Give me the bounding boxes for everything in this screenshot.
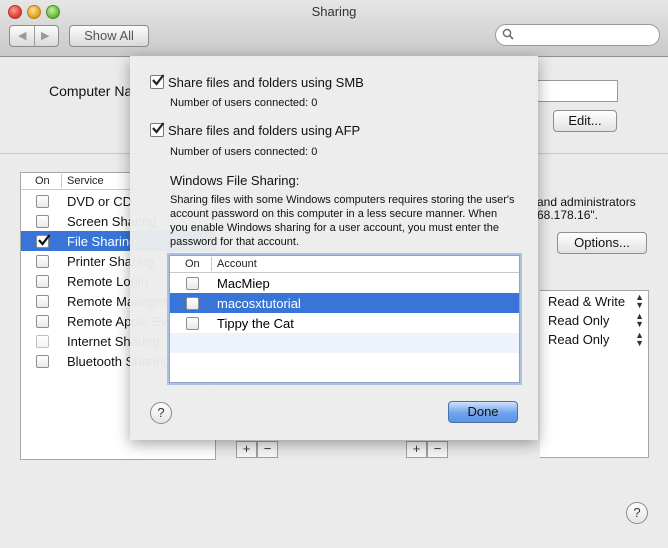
service-checkbox[interactable]: [36, 275, 49, 288]
search-input[interactable]: [495, 24, 660, 46]
checkmark-icon: [38, 234, 51, 246]
computer-name-label: Computer Na: [49, 83, 133, 99]
account-row-macmiep[interactable]: MacMiep: [170, 273, 519, 293]
permission-popup[interactable]: Read Only ▲ ▼: [548, 311, 646, 329]
file-sharing-options-sheet: Share files and folders using SMB Number…: [130, 56, 538, 440]
windows-sharing-description: Sharing files with some Windows computer…: [170, 194, 515, 248]
help-button[interactable]: ?: [626, 502, 648, 524]
remove-user-button[interactable]: −: [427, 441, 448, 458]
edit-button[interactable]: Edit...: [553, 110, 617, 132]
updown-arrows-icon: ▲ ▼: [635, 330, 644, 348]
service-checkbox-checked[interactable]: [36, 234, 51, 248]
empty-row: [170, 353, 519, 373]
account-row-tippy-the-cat[interactable]: Tippy the Cat: [170, 313, 519, 333]
column-header-account[interactable]: Account: [217, 258, 257, 270]
computer-name-field[interactable]: [536, 80, 618, 102]
smb-users-connected: Number of users connected: 0: [170, 97, 318, 109]
accounts-table-header: On Account: [170, 256, 519, 273]
afp-label[interactable]: Share files and folders using AFP: [168, 123, 360, 138]
updown-arrows-icon: ▲ ▼: [635, 311, 644, 329]
account-checkbox[interactable]: [186, 317, 199, 330]
column-header-on[interactable]: On: [185, 258, 200, 270]
accounts-table[interactable]: On Account MacMiep macosxtutorial Tippy …: [169, 255, 520, 383]
service-checkbox[interactable]: [36, 355, 49, 368]
done-button[interactable]: Done: [448, 401, 518, 423]
sharing-status-text: and administrators 68.178.16".: [537, 195, 636, 222]
smb-label[interactable]: Share files and folders using SMB: [168, 75, 364, 90]
search-icon: [502, 28, 514, 40]
add-folder-button[interactable]: +: [236, 441, 257, 458]
show-all-button[interactable]: Show All: [69, 25, 149, 47]
service-checkbox[interactable]: [36, 195, 49, 208]
service-checkbox[interactable]: [36, 295, 49, 308]
checkmark-icon: [152, 122, 165, 134]
column-header-service[interactable]: Service: [67, 175, 104, 187]
windows-file-sharing-heading: Windows File Sharing:: [170, 173, 300, 188]
remove-folder-button[interactable]: −: [257, 441, 278, 458]
service-checkbox[interactable]: [36, 315, 49, 328]
forward-arrow-icon[interactable]: ▶: [41, 29, 49, 42]
back-arrow-icon[interactable]: ◀: [18, 29, 26, 42]
permission-popup[interactable]: Read & Write ▲ ▼: [548, 292, 646, 310]
back-forward-control[interactable]: ◀ ▶: [9, 25, 59, 47]
permission-popup[interactable]: Read Only ▲ ▼: [548, 330, 646, 348]
add-user-button[interactable]: +: [406, 441, 427, 458]
window-title: Sharing: [311, 4, 357, 19]
afp-checkbox[interactable]: [150, 122, 165, 137]
account-row-macosxtutorial[interactable]: macosxtutorial: [170, 293, 519, 313]
options-button[interactable]: Options...: [557, 232, 647, 254]
service-checkbox-disabled: [36, 335, 49, 348]
column-header-on[interactable]: On: [35, 175, 50, 187]
empty-row: [170, 333, 519, 353]
sheet-help-button[interactable]: ?: [150, 402, 172, 424]
permissions-list[interactable]: Read & Write ▲ ▼ Read Only ▲ ▼ Read Only ▲ ▼: [540, 290, 649, 458]
updown-arrows-icon: ▲ ▼: [635, 292, 644, 310]
checkmark-icon: [152, 74, 165, 86]
account-checkbox[interactable]: [186, 277, 199, 290]
smb-checkbox[interactable]: [150, 74, 165, 89]
service-checkbox[interactable]: [36, 255, 49, 268]
service-checkbox[interactable]: [36, 215, 49, 228]
account-checkbox[interactable]: [186, 297, 199, 310]
title-bar: Sharing ◀ ▶ Show All: [0, 0, 668, 57]
afp-users-connected: Number of users connected: 0: [170, 146, 318, 158]
